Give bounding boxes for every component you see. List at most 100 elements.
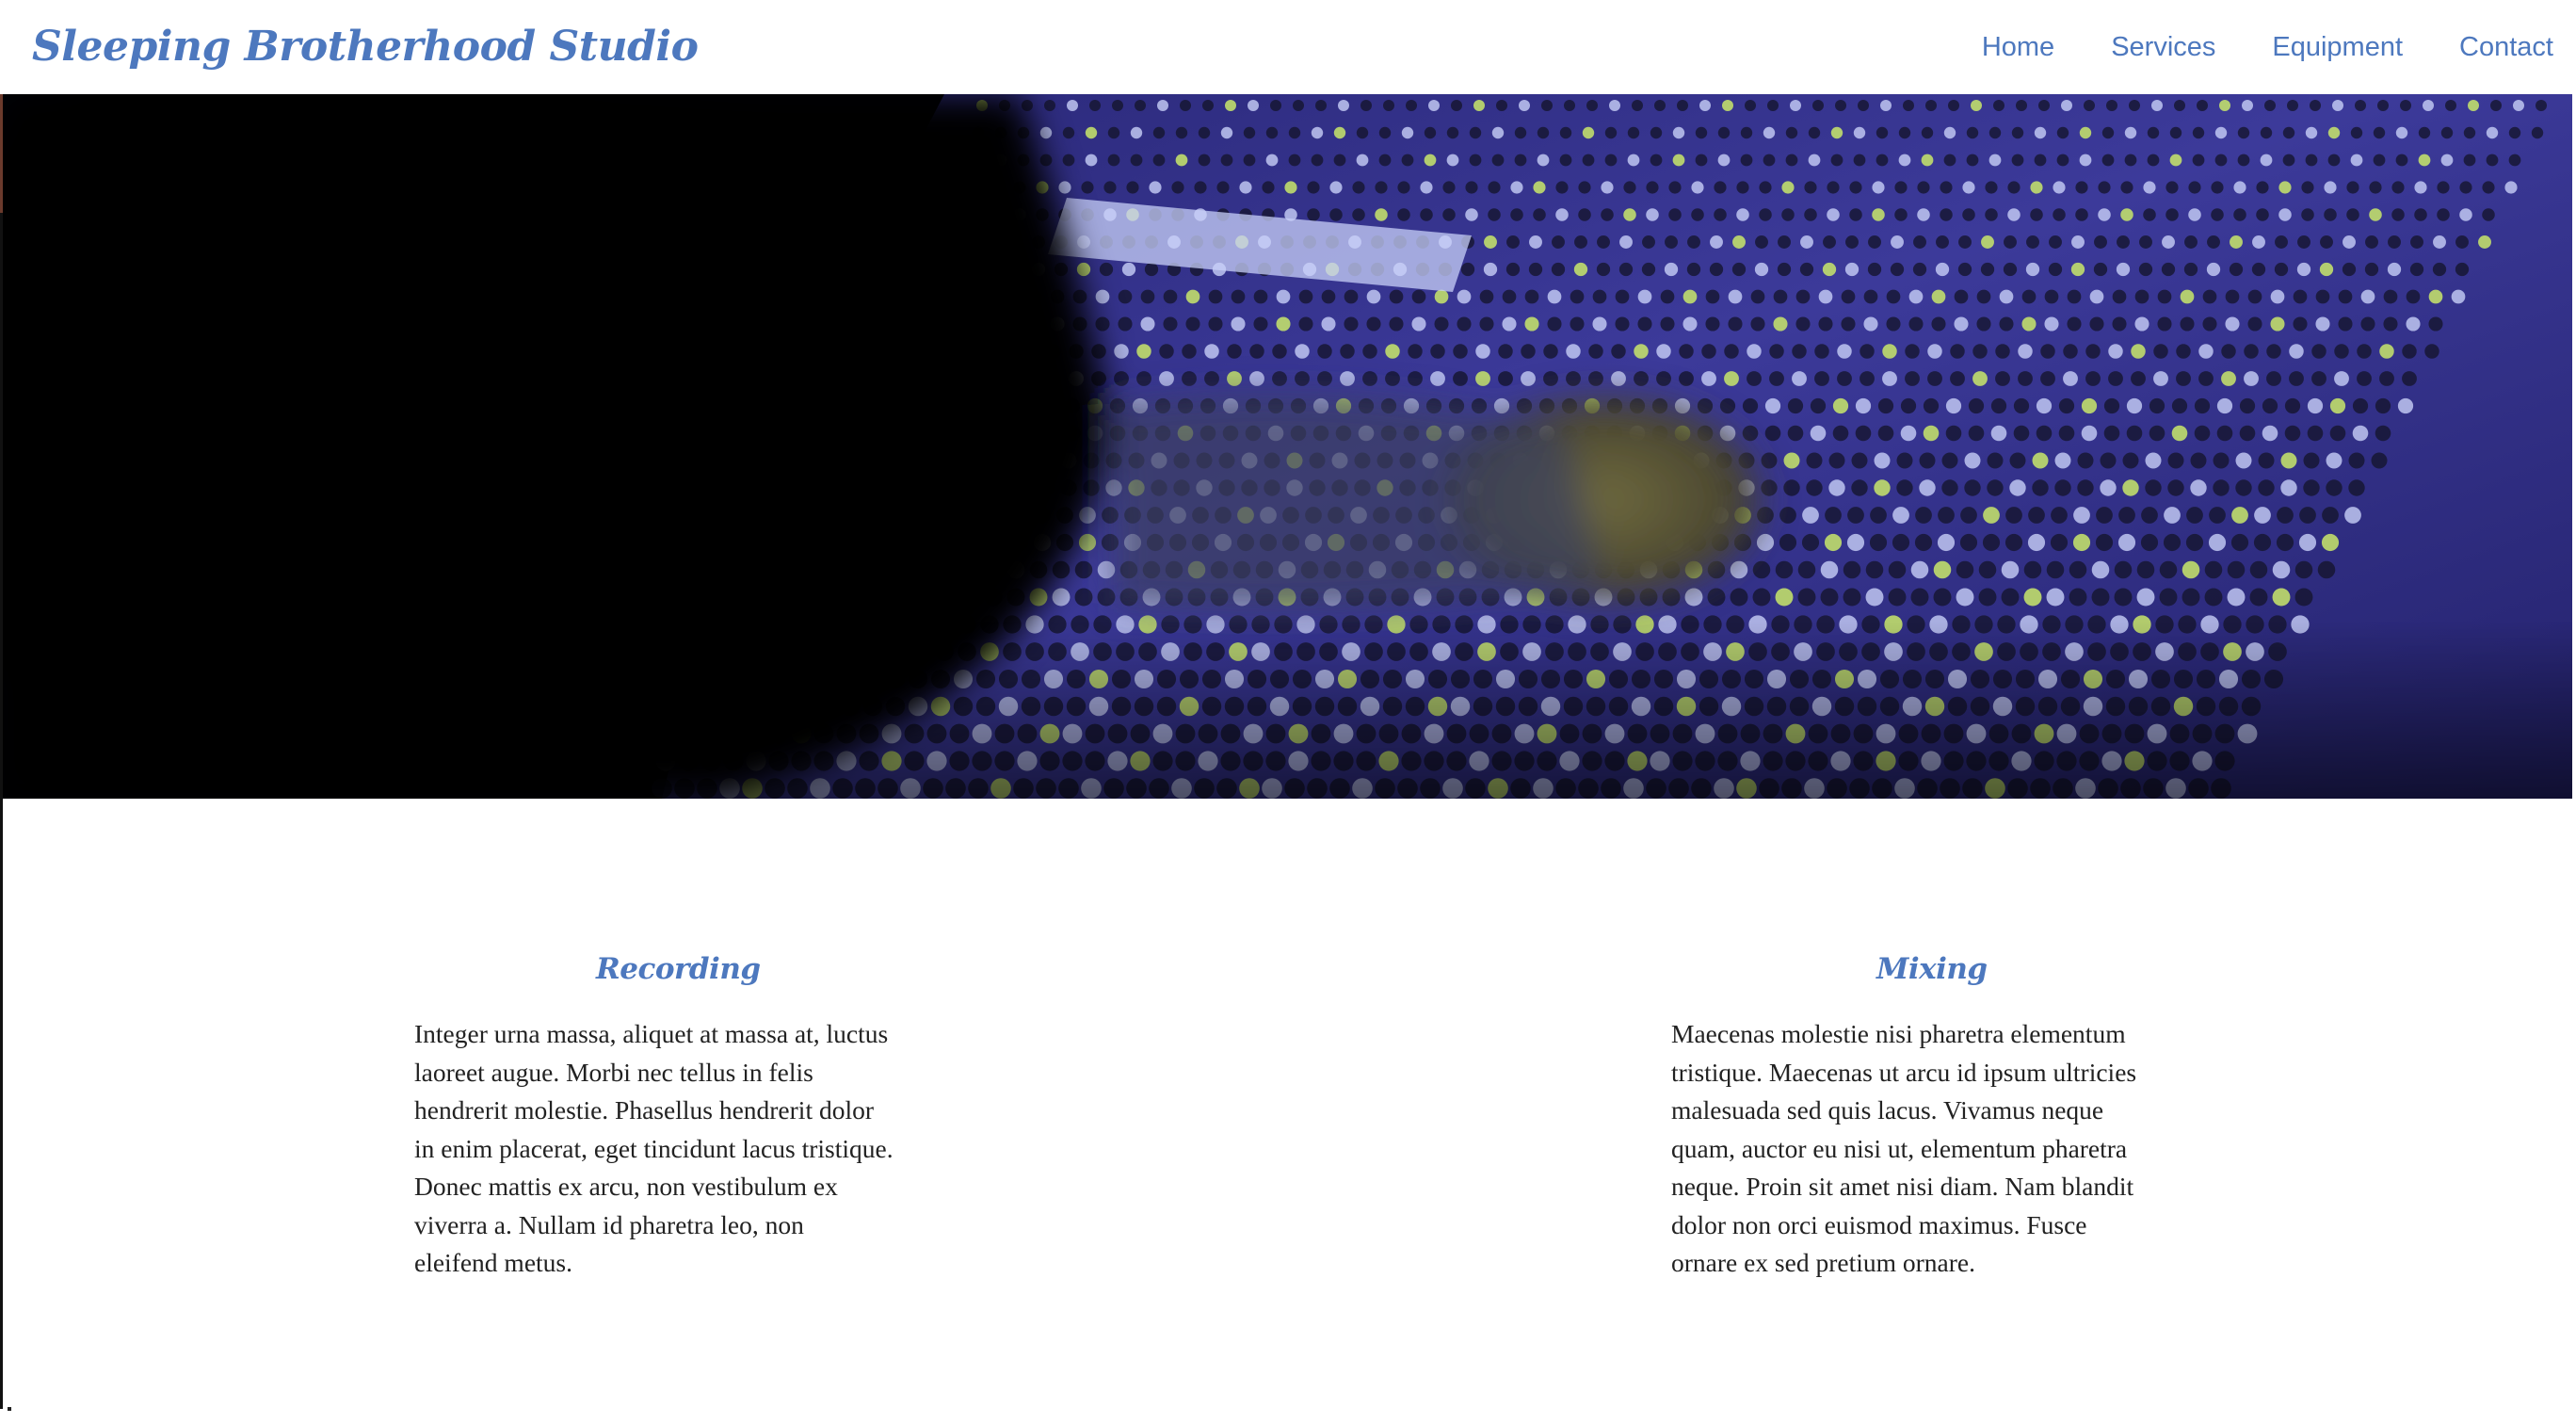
console-knob — [1980, 262, 1995, 277]
console-knob — [2357, 344, 2372, 359]
console-knob — [2346, 208, 2359, 221]
console-knob — [1874, 452, 1891, 469]
console-knob — [1740, 154, 1753, 167]
console-knob — [2414, 181, 2427, 194]
console-knob — [1340, 344, 1355, 359]
console-knob — [2188, 208, 2201, 221]
console-knob — [2357, 371, 2372, 386]
nav-link-home[interactable]: Home — [1982, 32, 2054, 63]
console-knob — [2098, 208, 2111, 221]
console-knob — [1754, 262, 1769, 277]
console-knob — [2004, 533, 2023, 552]
console-knob — [1514, 126, 1527, 139]
console-knob — [1755, 235, 1768, 249]
console-knob — [1664, 262, 1679, 277]
console-knob — [1730, 560, 1748, 579]
console-knob — [2289, 344, 2304, 359]
console-knob — [1993, 100, 2004, 111]
console-knob — [2054, 452, 2071, 469]
console-knob — [2428, 289, 2443, 304]
console-knob — [1488, 208, 1501, 221]
console-knob — [2360, 289, 2375, 304]
console-knob — [2490, 100, 2502, 111]
console-knob — [2369, 181, 2382, 194]
console-knob — [2424, 344, 2439, 359]
console-knob — [1912, 262, 1927, 277]
console-knob — [1750, 316, 1765, 332]
console-knob — [1981, 235, 1994, 249]
console-knob — [1479, 316, 1494, 332]
console-knob — [1537, 154, 1550, 167]
console-knob — [1818, 289, 1833, 304]
console-knob — [1243, 154, 1256, 167]
console-knob — [2508, 126, 2521, 139]
console-knob — [1945, 425, 1962, 442]
console-knob — [1601, 181, 1614, 194]
console-knob — [1198, 126, 1211, 139]
console-knob — [1695, 154, 1708, 167]
console-knob — [2151, 100, 2163, 111]
console-knob — [2225, 316, 2240, 332]
console-knob — [1908, 316, 1924, 332]
console-knob — [2118, 507, 2135, 524]
nav-link-contact[interactable]: Contact — [2459, 32, 2553, 63]
nav-link-equipment[interactable]: Equipment — [2272, 32, 2403, 63]
console-knob — [1781, 208, 1795, 221]
console-knob — [1311, 154, 1324, 167]
console-knob — [2085, 371, 2101, 386]
console-knob — [1521, 344, 1536, 359]
console-knob — [1375, 181, 1388, 194]
console-knob — [2206, 262, 2221, 277]
console-knob — [1668, 208, 1682, 221]
console-knob — [1130, 126, 1143, 139]
console-knob — [1849, 208, 1862, 221]
console-knob — [2371, 452, 2388, 469]
console-knob — [2216, 425, 2233, 442]
console-knob — [1311, 126, 1324, 139]
console-knob — [1943, 154, 1956, 167]
console-knob — [1555, 208, 1569, 221]
console-knob — [2395, 154, 2408, 167]
console-knob — [2307, 397, 2324, 414]
console-knob — [1521, 371, 1536, 386]
console-knob — [1691, 208, 1704, 221]
console-knob — [1586, 100, 1598, 111]
console-knob — [1533, 208, 1546, 221]
console-knob — [2094, 235, 2107, 249]
console-knob — [1777, 262, 1792, 277]
brand-logo-link[interactable]: Sleeping Brotherhood Studio — [32, 13, 699, 81]
console-knob — [1654, 100, 1666, 111]
console-knob — [2348, 479, 2365, 496]
console-knob — [2360, 316, 2375, 332]
console-knob — [1810, 425, 1827, 442]
console-knob — [1927, 344, 1942, 359]
console-knob — [1385, 371, 1400, 386]
console-knob — [1430, 371, 1445, 386]
console-knob — [1479, 289, 1494, 304]
console-knob — [2071, 235, 2085, 249]
console-knob — [2239, 397, 2256, 414]
console-knob — [2018, 371, 2033, 386]
console-knob — [1619, 235, 1633, 249]
console-knob — [2143, 181, 2156, 194]
console-knob — [1728, 289, 1743, 304]
console-knob — [2284, 397, 2301, 414]
console-knob — [2388, 235, 2401, 249]
nav-link-services[interactable]: Services — [2111, 32, 2215, 63]
console-knob — [1067, 100, 1078, 111]
console-knob — [2303, 452, 2320, 469]
console-knob — [1940, 181, 1953, 194]
console-knob — [1248, 100, 1259, 111]
console-knob — [1863, 289, 1878, 304]
console-knob — [1344, 289, 1359, 304]
console-knob — [2190, 479, 2207, 496]
console-knob — [1941, 452, 1958, 469]
console-knob — [2176, 344, 2191, 359]
console-knob — [1434, 316, 1449, 332]
console-knob — [1597, 235, 1610, 249]
console-knob — [1352, 181, 1365, 194]
console-knob — [2247, 316, 2262, 332]
console-knob — [1761, 479, 1778, 496]
console-knob — [2106, 100, 2117, 111]
console-knob — [1295, 344, 1310, 359]
